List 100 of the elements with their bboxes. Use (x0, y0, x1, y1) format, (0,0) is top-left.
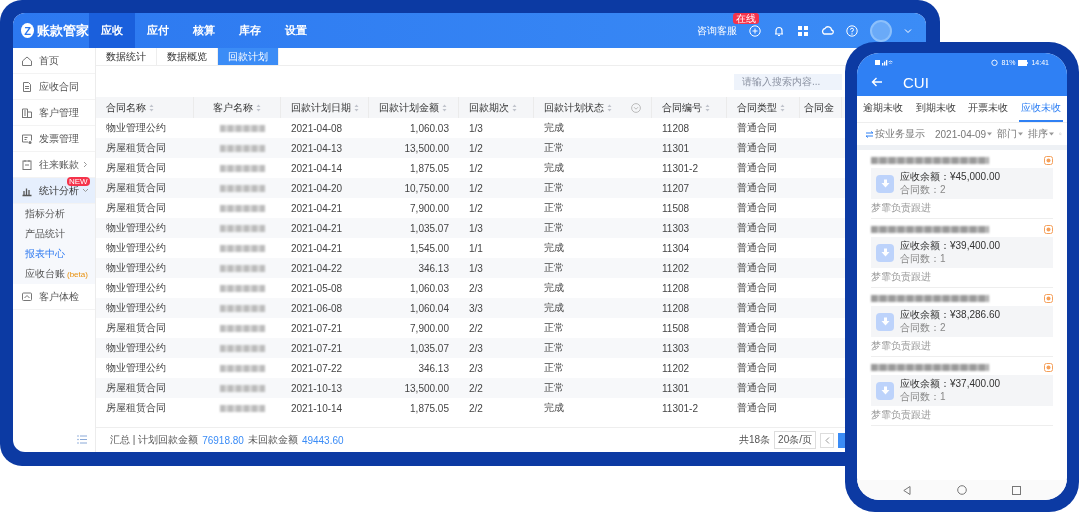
receivable-card[interactable]: 应收余额：¥37,400.00 合同数：1 梦霏负责跟进 (871, 357, 1053, 426)
back-triangle-icon[interactable] (902, 485, 911, 495)
submenu-item[interactable]: 报表中心 (13, 244, 95, 264)
target-icon[interactable] (1044, 156, 1053, 165)
column-header[interactable]: 回款期次 (459, 97, 534, 118)
column-header[interactable]: 合同类型 (727, 97, 800, 118)
cloud-icon[interactable] (821, 24, 834, 37)
tab[interactable]: 应收未收 (1018, 96, 1063, 122)
unpaid-label: 未回款金额 (247, 433, 298, 447)
table-cell-text: 2021-04-21 (290, 221, 344, 236)
unpaid-amount: 49443.60 (301, 434, 344, 446)
column-header[interactable]: 客户名称 (194, 97, 281, 118)
table-cell-text: 普通合同 (736, 341, 778, 355)
sort-icon[interactable] (780, 103, 785, 112)
column-header[interactable]: 合同金 (800, 97, 842, 118)
tab[interactable]: 逾期未收 (861, 96, 906, 122)
caret-down-icon[interactable] (987, 132, 993, 136)
column-header[interactable]: 回款计划日期 (281, 97, 369, 118)
table-cell-text: 房屋租赁合同 (105, 161, 167, 175)
nav-tab[interactable]: 应收 (89, 13, 135, 48)
target-icon[interactable] (1044, 294, 1053, 303)
blurred-text (220, 184, 265, 192)
caret-down-icon[interactable] (1018, 132, 1024, 136)
sidebar-label: 往来账款 (39, 157, 79, 172)
table-cell-text: 2/3 (468, 281, 484, 296)
table-cell-text: 1,545.00 (409, 241, 450, 256)
menu-icon[interactable] (77, 435, 87, 444)
receivable-card[interactable]: 应收余额：¥39,400.00 合同数：1 梦霏负责跟进 (871, 219, 1053, 288)
grid-icon[interactable] (797, 24, 809, 37)
owner-note: 梦霏负责跟进 (871, 202, 932, 214)
table-cell-text: 7,900.00 (409, 201, 450, 216)
balance-amount: 应收余额：¥38,286.60 (900, 309, 1001, 321)
balance-amount: 应收余额：¥39,400.00 (900, 240, 1001, 252)
blurred-text (220, 384, 265, 392)
nav-tab[interactable]: 应付 (135, 13, 181, 48)
filter-dropdown[interactable]: 排序 (1028, 127, 1049, 141)
download-arrow-icon (880, 248, 890, 257)
sort-icon[interactable] (256, 103, 261, 112)
sidebar-label: 首页 (39, 53, 59, 68)
table-cell-text: 2021-05-08 (290, 281, 344, 296)
column-header[interactable]: 回款计划状态 (534, 97, 652, 118)
back-arrow-icon[interactable] (871, 77, 883, 87)
support-link[interactable]: 咨询客服 (697, 23, 737, 38)
table-cell-text: 房屋租赁合同 (105, 381, 167, 395)
chevron-down-icon[interactable] (82, 187, 89, 194)
sort-icon[interactable] (442, 103, 447, 112)
total-count: 共18条 (738, 433, 771, 447)
nav-tab[interactable]: 核算 (181, 13, 227, 48)
help-icon[interactable] (846, 24, 858, 37)
chevron-down-icon[interactable] (904, 27, 912, 34)
avatar[interactable] (870, 19, 892, 42)
sidebar-item[interactable]: 统计分析 NEW (13, 178, 95, 204)
table-cell-text: 普通合同 (736, 141, 778, 155)
submenu-item[interactable]: 指标分析 (13, 204, 95, 224)
submenu-item[interactable]: 应收台账 (beta) (13, 264, 95, 284)
sidebar-item[interactable]: 发票管理 (13, 126, 95, 152)
target-icon[interactable] (1044, 225, 1053, 234)
invoice-icon (21, 132, 33, 145)
sidebar-item[interactable]: 首页 (13, 48, 95, 74)
group-by-toggle[interactable]: 按业务显示 (875, 127, 925, 141)
table-cell-text: 房屋租赁合同 (105, 141, 167, 155)
chevron-right-icon[interactable] (82, 161, 89, 168)
submenu-item[interactable]: 产品统计 (13, 224, 95, 244)
sort-icon[interactable] (149, 103, 154, 112)
nav-tab[interactable]: 库存 (227, 13, 273, 48)
home-circle-icon[interactable] (956, 485, 967, 495)
column-header[interactable]: 回款计划金额 (369, 97, 459, 118)
column-header[interactable]: 合同编号 (652, 97, 727, 118)
caret-down-icon[interactable] (1049, 132, 1055, 136)
sidebar-item[interactable]: 客户体检 (13, 284, 95, 310)
table-cell-text: 普通合同 (736, 361, 778, 375)
filter-dropdown[interactable]: 部门 (997, 127, 1018, 141)
sort-icon[interactable] (705, 103, 710, 112)
bell-icon[interactable] (773, 24, 785, 37)
sort-icon[interactable] (512, 103, 517, 112)
page-size-select[interactable]: 20条/页 (774, 431, 816, 449)
sort-icon[interactable] (607, 103, 612, 112)
tab[interactable]: 开票未收 (966, 96, 1011, 122)
sidebar-item[interactable]: 应收合同 (13, 74, 95, 100)
table-cell-text: 2021-10-13 (290, 381, 344, 396)
add-icon[interactable] (749, 24, 761, 37)
table-cell-text: 11301 (661, 381, 691, 396)
filter-dropdown-icon[interactable] (631, 102, 641, 113)
receivable-card[interactable]: 应收余额：¥45,000.00 合同数：2 梦霏负责跟进 (871, 150, 1053, 219)
table-cell-text: 正常 (543, 221, 565, 235)
sidebar-item[interactable]: 客户管理 (13, 100, 95, 126)
table-cell-text: 正常 (543, 141, 565, 155)
target-icon[interactable] (1044, 363, 1053, 372)
filter-dropdown[interactable]: 2021-04-09 (935, 128, 987, 140)
recent-apps-icon[interactable] (1012, 485, 1022, 495)
receivable-card[interactable]: 应收余额：¥38,286.60 合同数：2 梦霏负责跟进 (871, 288, 1053, 357)
table-cell-text: 完成 (543, 161, 565, 175)
swap-icon[interactable] (865, 130, 874, 138)
column-title: 合同金 (804, 100, 834, 115)
search-field[interactable]: 请输入搜索内容... (734, 73, 842, 90)
column-header[interactable]: 合同名称 (96, 97, 194, 118)
tab[interactable]: 到期未收 (913, 96, 958, 122)
table-cell-text: 2/2 (468, 381, 484, 396)
nav-tab[interactable]: 设置 (273, 13, 319, 48)
sort-icon[interactable] (354, 103, 359, 112)
